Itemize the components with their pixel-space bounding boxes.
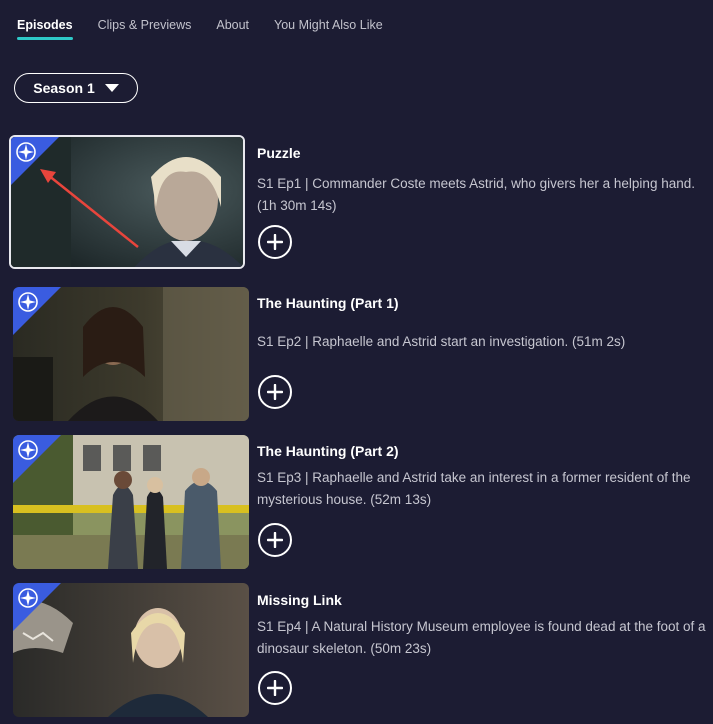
compass-icon <box>18 292 38 312</box>
compass-icon <box>18 588 38 608</box>
episode-description: S1 Ep4 | A Natural History Museum employ… <box>257 619 706 656</box>
plus-icon <box>267 234 283 250</box>
tab-episodes[interactable]: Episodes <box>17 18 73 40</box>
episodes-page: Episodes Clips & Previews About You Migh… <box>0 0 713 724</box>
episode-thumbnail[interactable] <box>13 583 249 717</box>
tab-bar: Episodes Clips & Previews About You Migh… <box>17 18 408 40</box>
episode-title: The Haunting (Part 2) <box>257 443 399 459</box>
add-to-list-button[interactable] <box>258 225 292 259</box>
episode-thumbnail[interactable] <box>9 135 245 269</box>
add-to-list-button[interactable] <box>258 523 292 557</box>
tab-you-might-also-like[interactable]: You Might Also Like <box>274 18 383 40</box>
episode-item[interactable]: Missing Link S1 Ep4 | A Natural History … <box>9 583 709 717</box>
add-to-list-button[interactable] <box>258 375 292 409</box>
episode-item[interactable]: The Haunting (Part 1) S1 Ep2 | Raphaelle… <box>9 287 709 421</box>
plus-icon <box>267 532 283 548</box>
episode-title: Puzzle <box>257 145 301 161</box>
compass-icon <box>16 142 36 162</box>
episode-item[interactable]: The Haunting (Part 2) S1 Ep3 | Raphaelle… <box>9 435 709 569</box>
tab-about[interactable]: About <box>216 18 249 40</box>
tab-clips-previews[interactable]: Clips & Previews <box>98 18 192 40</box>
episode-thumbnail[interactable] <box>13 287 249 421</box>
add-to-list-button[interactable] <box>258 671 292 705</box>
plus-icon <box>267 384 283 400</box>
caret-down-icon <box>104 84 119 92</box>
episode-title: The Haunting (Part 1) <box>257 295 399 311</box>
season-label: Season 1 <box>33 80 95 96</box>
episode-item[interactable]: Puzzle S1 Ep1 | Commander Coste meets As… <box>9 135 709 269</box>
episode-description: S1 Ep2 | Raphaelle and Astrid start an i… <box>257 334 626 349</box>
episode-description: S1 Ep3 | Raphaelle and Astrid take an in… <box>257 470 691 507</box>
episode-title: Missing Link <box>257 592 342 608</box>
episode-description: S1 Ep1 | Commander Coste meets Astrid, w… <box>257 176 695 213</box>
season-selector[interactable]: Season 1 <box>14 73 138 103</box>
episode-thumbnail[interactable] <box>13 435 249 569</box>
plus-icon <box>267 680 283 696</box>
compass-icon <box>18 440 38 460</box>
